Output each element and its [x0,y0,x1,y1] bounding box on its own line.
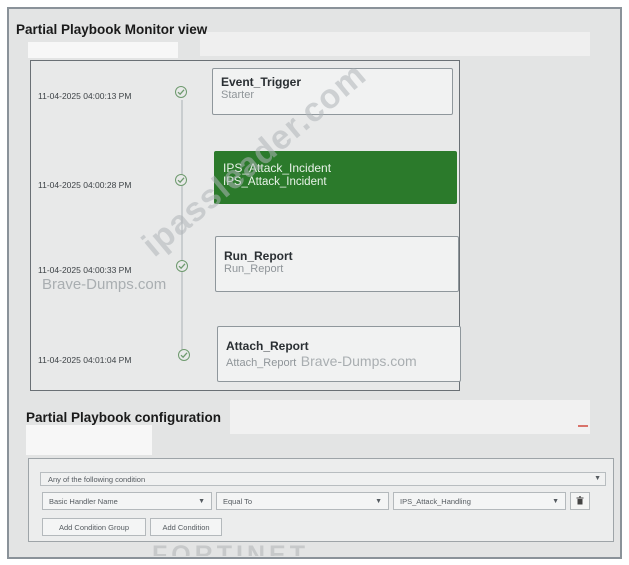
monitor-view-title: Partial Playbook Monitor view [16,22,208,37]
header-band [200,32,590,56]
config-header-band [230,400,590,434]
task-name: Run_Report [224,249,293,263]
task-subtitle: Attach_Report [226,357,297,369]
trash-icon [576,492,584,510]
add-condition-group-label: Add Condition Group [58,522,130,532]
condition-operator-select[interactable]: Equal To ▼ [216,492,389,510]
check-circle-icon [176,260,188,272]
check-circle-icon [175,174,187,186]
config-title-underlay [26,425,152,455]
delete-condition-button[interactable] [570,492,590,510]
chevron-down-icon: ▼ [552,497,559,505]
add-condition-button[interactable]: Add Condition [150,518,222,536]
check-circle-icon [175,86,187,98]
condition-field-value: Basic Handler Name [49,496,118,506]
condition-value-select[interactable]: IPS_Attack_Handling ▼ [393,492,566,510]
check-circle-icon [178,349,190,361]
condition-operator-value: Equal To [223,496,253,506]
task-timestamp: 11-04-2025 04:00:33 PM [38,265,132,275]
condition-mode-select[interactable]: Any of the following condition ▼ [40,472,606,486]
fortinet-logo: FORTINET [152,541,309,556]
chevron-down-icon: ▼ [594,475,601,482]
task-timestamp: 11-04-2025 04:01:04 PM [38,355,132,365]
task-subtitle: Run_Report [224,263,284,275]
condition-mode-value: Any of the following condition [48,475,146,484]
add-condition-label: Add Condition [162,522,210,532]
watermark-brave-dumps-2: Brave-Dumps.com [300,353,417,369]
config-title: Partial Playbook configuration [26,410,222,425]
task-name: Attach_Report [226,339,309,353]
add-condition-group-button[interactable]: Add Condition Group [42,518,146,536]
condition-field-select[interactable]: Basic Handler Name ▼ [42,492,212,510]
watermark-brave-dumps: Brave-Dumps.com [42,276,167,293]
chevron-down-icon: ▼ [375,497,382,505]
task-node-attach-report[interactable]: Attach_Report Attach_Report Brave-Dumps.… [217,326,461,382]
task-timestamp: 11-04-2025 04:00:28 PM [38,180,132,190]
red-marker [578,425,588,427]
task-timestamp: 11-04-2025 04:00:13 PM [38,91,132,101]
title-underlay [28,42,178,58]
condition-value-text: IPS_Attack_Handling [400,496,471,506]
task-node-run-report[interactable]: Run_Report Run_Report [215,236,459,292]
chevron-down-icon: ▼ [198,497,205,505]
